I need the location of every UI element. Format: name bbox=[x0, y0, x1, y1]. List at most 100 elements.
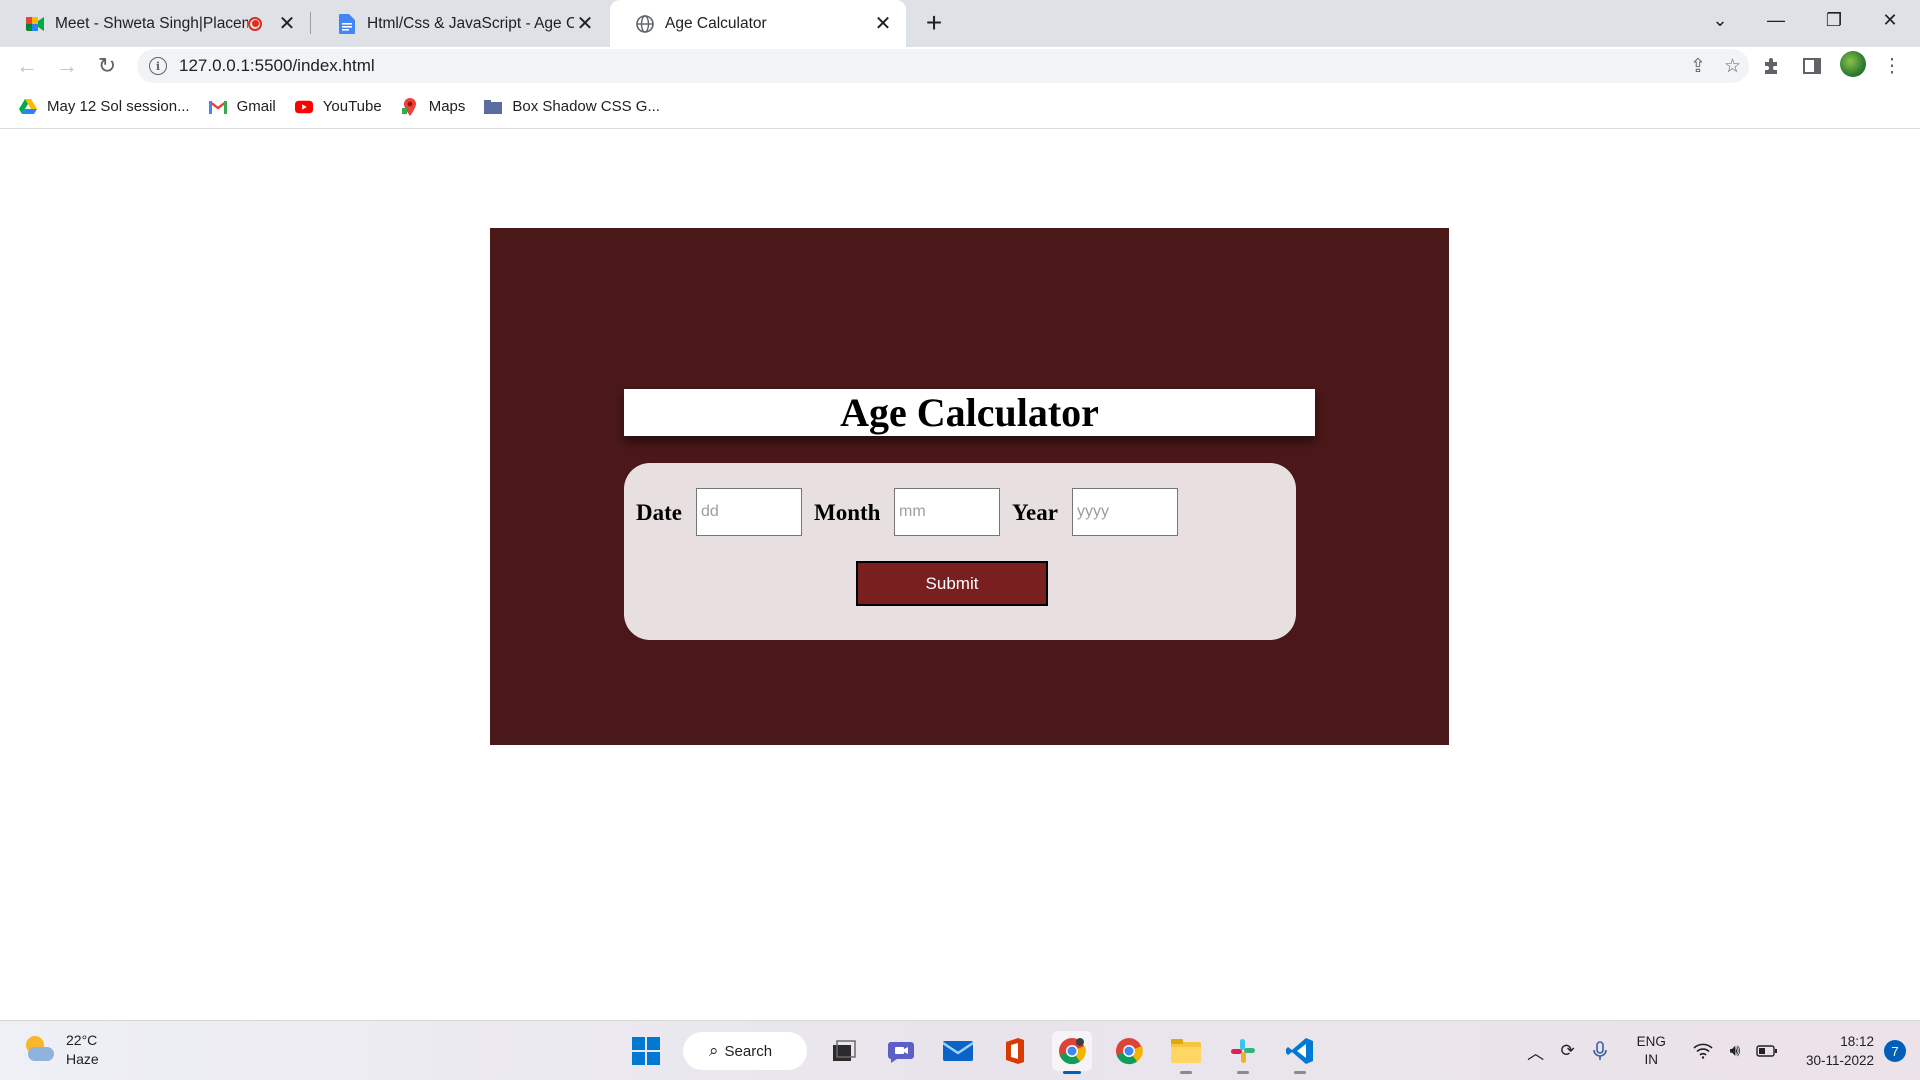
age-calculator-panel: Age Calculator Date Month Year Submit bbox=[490, 228, 1449, 745]
start-button[interactable] bbox=[626, 1031, 666, 1071]
back-button[interactable]: ← bbox=[11, 50, 43, 82]
date-label: Date bbox=[636, 500, 682, 525]
teams-chat-button[interactable] bbox=[881, 1031, 921, 1071]
address-url: 127.0.0.1:5500/index.html bbox=[179, 56, 375, 75]
reload-button[interactable]: ↻ bbox=[91, 50, 123, 82]
weather-temperature: 22°C bbox=[66, 1032, 98, 1048]
office-button[interactable] bbox=[995, 1031, 1035, 1071]
clock-date: 30-11-2022 bbox=[1805, 1053, 1874, 1068]
bookmark-label: Maps bbox=[428, 98, 466, 115]
extensions-puzzle-icon[interactable] bbox=[1758, 53, 1784, 79]
tab-divider bbox=[310, 12, 311, 34]
running-indicator bbox=[1294, 1071, 1306, 1074]
new-tab-button[interactable]: + bbox=[917, 6, 951, 40]
year-label: Year bbox=[1012, 500, 1058, 525]
bookmark-star-icon[interactable]: ☆ bbox=[1724, 55, 1741, 78]
tab-title: Age Calculator bbox=[665, 14, 767, 32]
mail-button[interactable] bbox=[938, 1031, 978, 1071]
mail-icon bbox=[943, 1041, 973, 1061]
clock-time: 18:12 bbox=[1840, 1034, 1874, 1049]
task-view-icon bbox=[833, 1040, 856, 1061]
web-page-viewport: Age Calculator Date Month Year Submit bbox=[0, 130, 1920, 1020]
show-hidden-icons-chevron-icon[interactable]: ︿ bbox=[1521, 1036, 1551, 1066]
system-tray: ︿ ⟳ ENG IN 🔊︎ 18:12 30-11-2022 7 bbox=[1519, 1021, 1920, 1080]
chrome-icon bbox=[1116, 1038, 1143, 1065]
windows-taskbar: 22°C Haze ⌕ Search ︿ ⟳ ENG IN 🔊︎ 18:12 3… bbox=[0, 1020, 1920, 1080]
running-indicator bbox=[1180, 1071, 1192, 1074]
folder-icon bbox=[484, 98, 503, 116]
chrome-button[interactable] bbox=[1109, 1031, 1149, 1071]
file-explorer-icon bbox=[1171, 1039, 1201, 1063]
bookmark-label: Box Shadow CSS G... bbox=[512, 98, 660, 115]
chrome-menu-icon[interactable]: ⋮ bbox=[1879, 53, 1905, 79]
forward-button[interactable]: → bbox=[51, 50, 83, 82]
running-indicator bbox=[1237, 1071, 1249, 1074]
restore-button[interactable]: ❐ bbox=[1806, 0, 1862, 40]
bookmark-label: YouTube bbox=[322, 98, 382, 115]
close-window-button[interactable]: ✕ bbox=[1862, 0, 1918, 40]
bookmark-box-shadow[interactable]: Box Shadow CSS G... bbox=[484, 98, 660, 116]
weather-condition: Haze bbox=[66, 1051, 99, 1067]
site-info-icon[interactable]: i bbox=[149, 57, 167, 75]
slack-icon bbox=[1231, 1039, 1255, 1063]
search-icon: ⌕ bbox=[709, 1041, 719, 1060]
wifi-icon[interactable] bbox=[1688, 1036, 1718, 1066]
taskbar-search[interactable]: ⌕ Search bbox=[683, 1032, 807, 1070]
vscode-icon bbox=[1286, 1038, 1313, 1064]
title-banner: Age Calculator bbox=[624, 389, 1315, 436]
tab-search-chevron-icon[interactable]: ⌄ bbox=[1692, 0, 1748, 40]
profile-avatar[interactable] bbox=[1840, 51, 1866, 77]
task-view-button[interactable] bbox=[824, 1031, 864, 1071]
submit-button[interactable]: Submit bbox=[856, 561, 1048, 606]
side-panel-icon[interactable] bbox=[1799, 53, 1825, 79]
address-bar[interactable]: i 127.0.0.1:5500/index.html ⇪ ☆ bbox=[137, 49, 1749, 83]
tab-title: Meet - Shweta Singh|Placem bbox=[55, 14, 248, 32]
share-icon[interactable]: ⇪ bbox=[1690, 55, 1706, 78]
tab-google-meet[interactable]: Meet - Shweta Singh|Placem ✕ bbox=[0, 0, 310, 47]
tab-google-docs[interactable]: Html/Css & JavaScript - Age Calc ✕ bbox=[312, 0, 608, 47]
tab-age-calculator[interactable]: Age Calculator ✕ bbox=[610, 0, 906, 47]
close-tab-icon[interactable]: ✕ bbox=[872, 13, 894, 35]
microphone-icon[interactable] bbox=[1585, 1036, 1615, 1066]
tab-title: Html/Css & JavaScript - Age Calc bbox=[367, 14, 574, 32]
volume-icon[interactable]: 🔊︎ bbox=[1720, 1036, 1750, 1066]
form-card: Date Month Year Submit bbox=[624, 463, 1296, 640]
language-indicator[interactable]: ENG IN bbox=[1637, 1033, 1666, 1069]
office-icon bbox=[1006, 1038, 1024, 1064]
close-tab-icon[interactable]: ✕ bbox=[574, 13, 596, 35]
bookmark-drive-session[interactable]: May 12 Sol session... bbox=[19, 98, 190, 116]
running-indicator bbox=[1063, 1071, 1081, 1074]
chrome-icon bbox=[1059, 1038, 1086, 1065]
chrome-active-button[interactable] bbox=[1052, 1031, 1092, 1074]
close-tab-icon[interactable]: ✕ bbox=[276, 13, 298, 35]
google-docs-icon bbox=[337, 13, 357, 34]
google-drive-icon bbox=[19, 98, 37, 116]
gmail-icon bbox=[208, 98, 227, 116]
sync-icon[interactable]: ⟳ bbox=[1553, 1036, 1583, 1066]
search-label: Search bbox=[724, 1042, 773, 1060]
youtube-icon bbox=[294, 98, 313, 116]
recording-indicator-icon bbox=[248, 16, 262, 31]
notification-badge[interactable]: 7 bbox=[1884, 1040, 1906, 1062]
system-clock[interactable]: 18:12 30-11-2022 bbox=[1806, 1032, 1874, 1070]
bookmark-maps[interactable]: Maps bbox=[401, 97, 466, 116]
teams-chat-icon bbox=[888, 1042, 914, 1063]
vscode-button[interactable] bbox=[1280, 1031, 1320, 1074]
browser-toolbar: ← → ↻ i 127.0.0.1:5500/index.html ⇪ ☆ ⋮ bbox=[0, 47, 1920, 85]
taskbar-apps: ⌕ Search bbox=[626, 1029, 1320, 1074]
weather-widget[interactable]: 22°C Haze bbox=[22, 1031, 99, 1069]
page-title: Age Calculator bbox=[840, 390, 1099, 435]
date-input[interactable] bbox=[696, 488, 802, 536]
minimize-button[interactable]: — bbox=[1748, 0, 1804, 40]
battery-icon[interactable] bbox=[1752, 1036, 1782, 1066]
file-explorer-button[interactable] bbox=[1166, 1031, 1206, 1074]
year-input[interactable] bbox=[1072, 488, 1178, 536]
browser-tab-strip: Meet - Shweta Singh|Placem ✕ Html/Css & … bbox=[0, 0, 1920, 47]
slack-button[interactable] bbox=[1223, 1031, 1263, 1074]
globe-icon bbox=[635, 14, 655, 34]
bookmarks-bar: May 12 Sol session... Gmail YouTube Maps… bbox=[0, 85, 1920, 129]
month-input[interactable] bbox=[894, 488, 1000, 536]
bookmark-youtube[interactable]: YouTube bbox=[294, 98, 382, 116]
partly-cloudy-icon bbox=[22, 1033, 56, 1067]
bookmark-gmail[interactable]: Gmail bbox=[208, 98, 276, 116]
